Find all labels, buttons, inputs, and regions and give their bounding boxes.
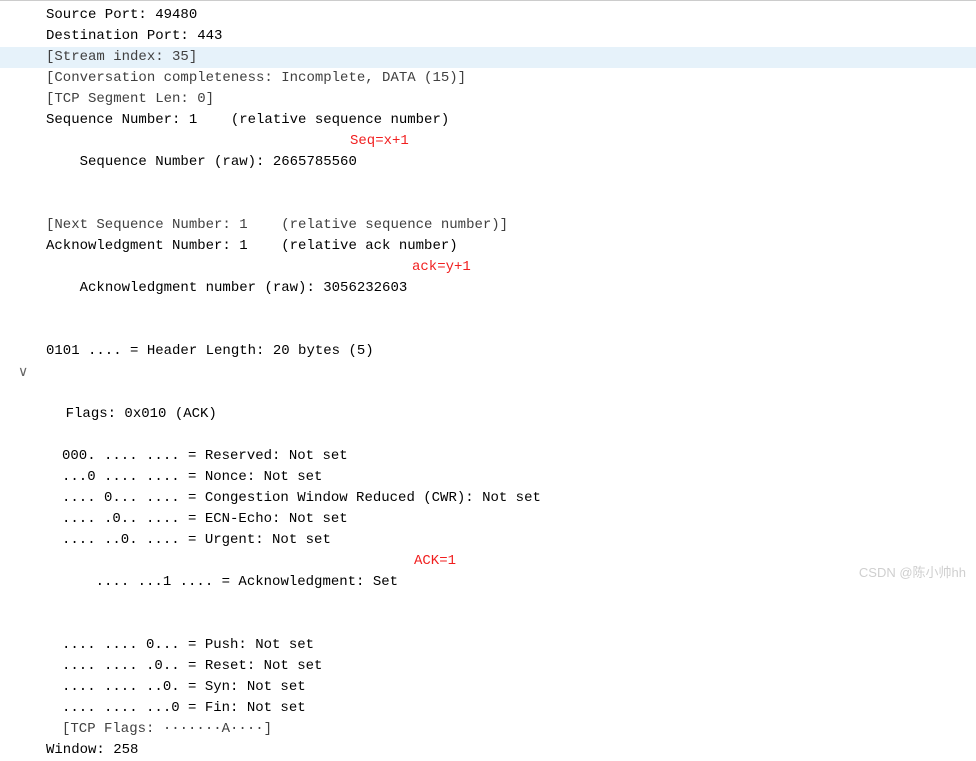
field-sequence-number-raw[interactable]: Sequence Number (raw): 2665785560 Seq=x+…: [0, 131, 976, 215]
field-tcp-segment-len[interactable]: [TCP Segment Len: 0]: [0, 89, 976, 110]
annotation-ack-raw: ack=y+1: [412, 257, 471, 278]
field-window[interactable]: Window: 258: [0, 740, 976, 761]
flag-cwr[interactable]: .... 0... .... = Congestion Window Reduc…: [0, 488, 976, 509]
field-conversation-completeness[interactable]: [Conversation completeness: Incomplete, …: [0, 68, 976, 89]
seq-raw-text: Sequence Number (raw): 2665785560: [80, 154, 357, 170]
packet-detail-pane: Source Port: 49480 Destination Port: 443…: [0, 0, 976, 588]
flag-push[interactable]: .... .... 0... = Push: Not set: [0, 635, 976, 656]
field-stream-index[interactable]: [Stream index: 35]: [0, 47, 976, 68]
field-source-port[interactable]: Source Port: 49480: [0, 5, 976, 26]
flag-fin[interactable]: .... .... ...0 = Fin: Not set: [0, 698, 976, 719]
field-header-length[interactable]: 0101 .... = Header Length: 20 bytes (5): [0, 341, 976, 362]
flag-reserved[interactable]: 000. .... .... = Reserved: Not set: [0, 446, 976, 467]
flags-text: Flags: 0x010 (ACK): [66, 406, 217, 422]
flag-reset[interactable]: .... .... .0.. = Reset: Not set: [0, 656, 976, 677]
field-sequence-number-relative[interactable]: Sequence Number: 1 (relative sequence nu…: [0, 110, 976, 131]
field-ack-number-relative[interactable]: Acknowledgment Number: 1 (relative ack n…: [0, 236, 976, 257]
flag-ecn-echo[interactable]: .... .0.. .... = ECN-Echo: Not set: [0, 509, 976, 530]
field-ack-number-raw[interactable]: Acknowledgment number (raw): 3056232603 …: [0, 257, 976, 341]
field-flags[interactable]: ∨ Flags: 0x010 (ACK): [0, 362, 976, 446]
flag-urgent[interactable]: .... ..0. .... = Urgent: Not set: [0, 530, 976, 551]
chevron-down-icon[interactable]: ∨: [18, 363, 30, 375]
flag-acknowledgment[interactable]: .... ...1 .... = Acknowledgment: Set ACK…: [0, 551, 976, 635]
field-next-sequence-number[interactable]: [Next Sequence Number: 1 (relative seque…: [0, 215, 976, 236]
flag-nonce[interactable]: ...0 .... .... = Nonce: Not set: [0, 467, 976, 488]
watermark: CSDN @陈小帅hh: [859, 563, 966, 583]
field-tcp-flags-summary[interactable]: [TCP Flags: ·······A····]: [0, 719, 976, 740]
ack-raw-text: Acknowledgment number (raw): 3056232603: [80, 280, 408, 296]
annotation-seq: Seq=x+1: [350, 131, 409, 152]
field-destination-port[interactable]: Destination Port: 443: [0, 26, 976, 47]
flag-syn[interactable]: .... .... ..0. = Syn: Not set: [0, 677, 976, 698]
annotation-ack-flag: ACK=1: [414, 551, 456, 572]
